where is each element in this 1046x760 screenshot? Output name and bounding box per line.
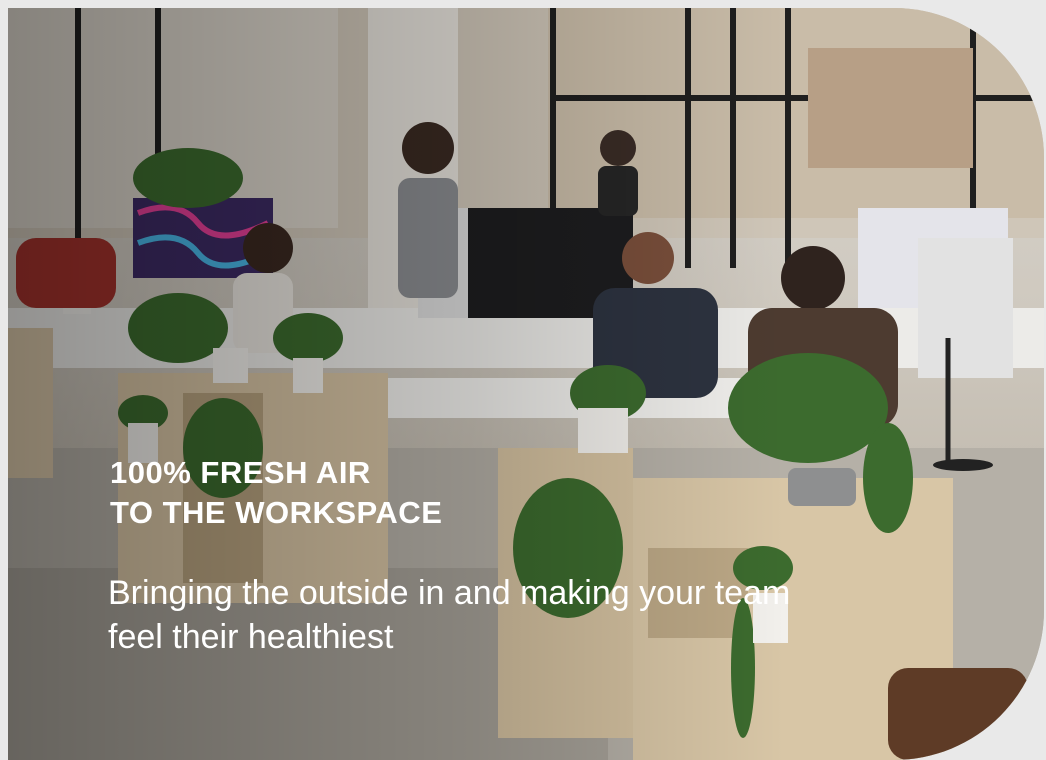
headline-line-2: TO THE WORKSPACE <box>110 495 443 530</box>
subtitle: Bringing the outside in and making your … <box>108 574 791 656</box>
hero-card: 100% FRESH AIR TO THE WORKSPACE Bringing … <box>8 8 1044 760</box>
headline-line-1: 100% FRESH AIR <box>110 455 371 490</box>
headline: 100% FRESH AIR TO THE WORKSPACE <box>110 453 442 533</box>
